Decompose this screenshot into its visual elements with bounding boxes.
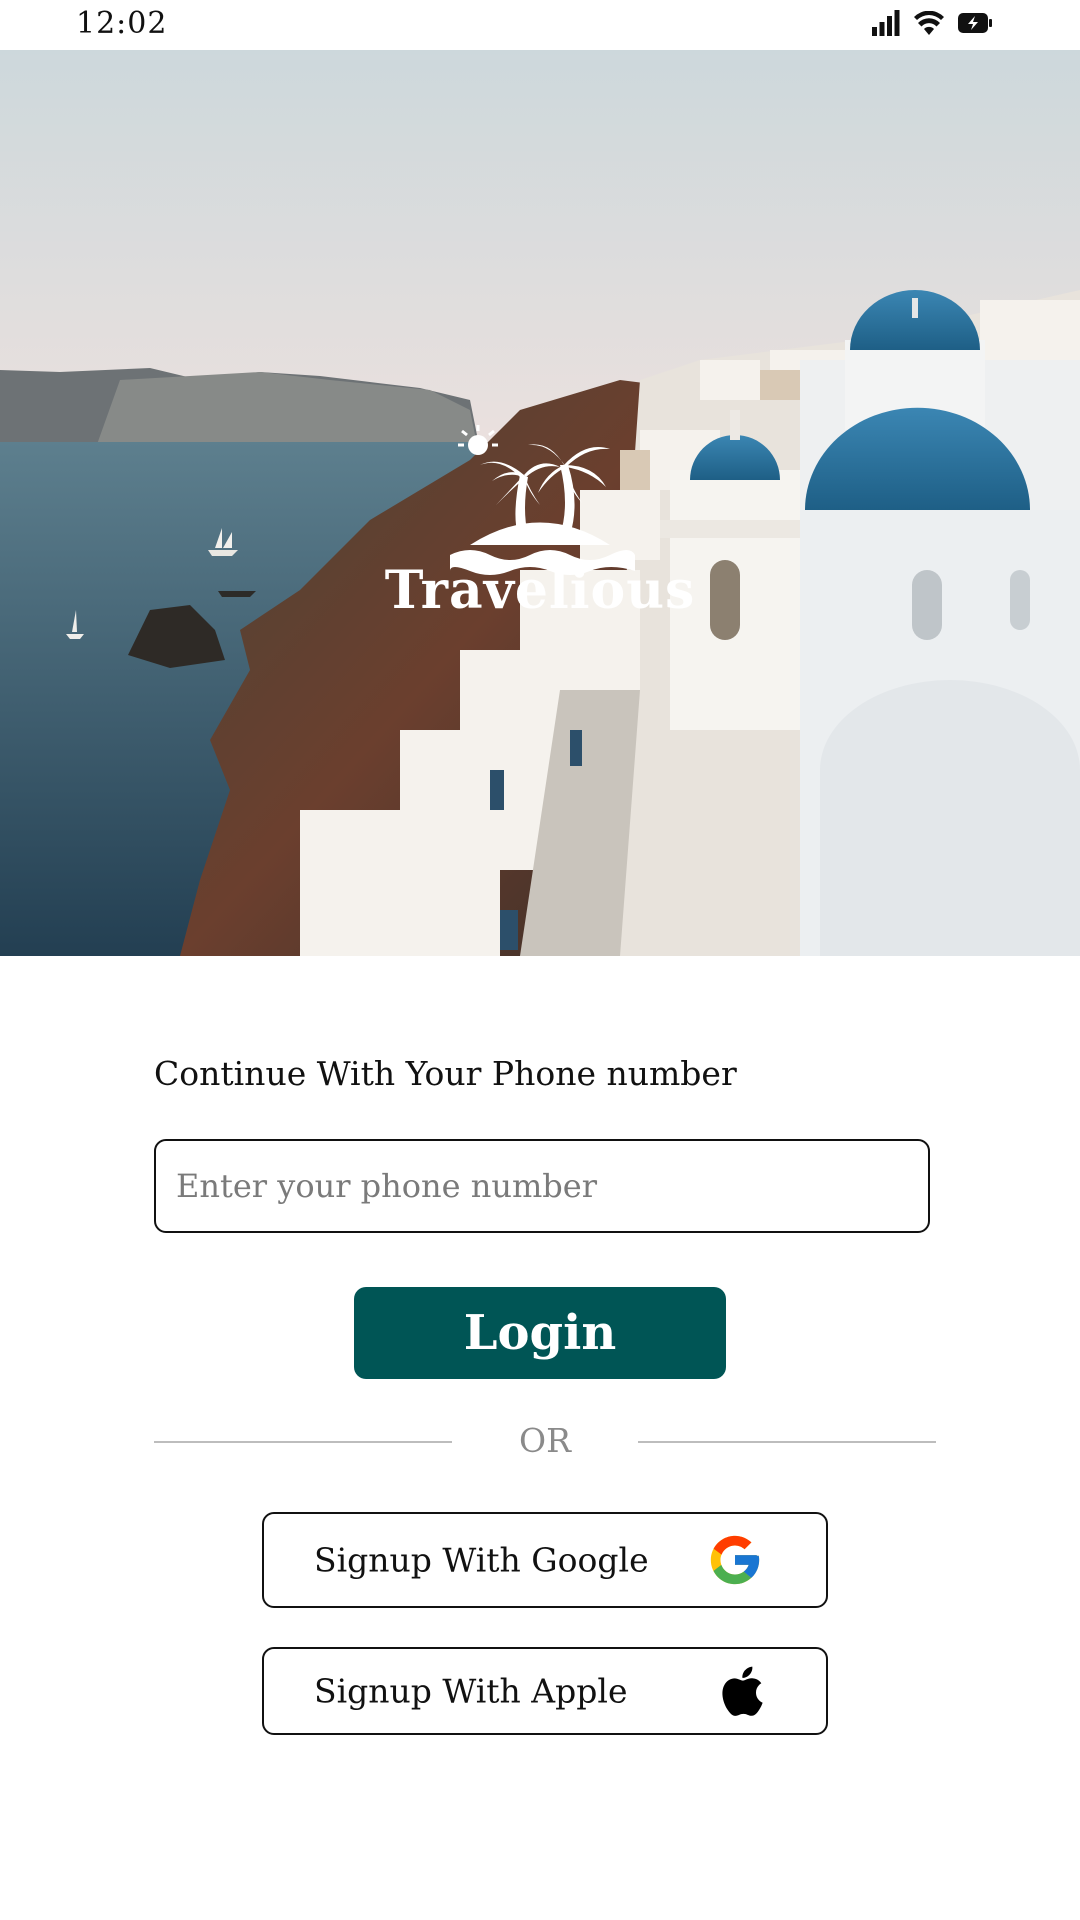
login-button[interactable]: Login: [354, 1287, 726, 1379]
status-bar: 12:02: [0, 0, 1080, 50]
palm-island-sun-icon: [450, 425, 635, 575]
status-time: 12:02: [76, 6, 168, 41]
signal-icon: [872, 10, 900, 36]
signup-apple-label: Signup With Apple: [314, 1671, 628, 1711]
brand-name: Travelious: [384, 560, 696, 621]
battery-charging-icon: [958, 13, 992, 33]
status-icons: [872, 10, 992, 36]
wifi-icon: [914, 11, 944, 35]
divider-line-left: [154, 1441, 452, 1443]
hero-image: Travelious: [0, 50, 1080, 956]
signup-google-label: Signup With Google: [314, 1540, 649, 1580]
divider-or: OR: [519, 1421, 571, 1460]
signup-google-button[interactable]: Signup With Google: [262, 1512, 828, 1608]
signup-apple-button[interactable]: Signup With Apple: [262, 1647, 828, 1735]
phone-prompt: Continue With Your Phone number: [154, 1054, 737, 1093]
google-icon: [710, 1535, 760, 1585]
phone-input[interactable]: [154, 1139, 930, 1233]
divider-line-right: [638, 1441, 936, 1443]
apple-icon: [722, 1666, 763, 1716]
